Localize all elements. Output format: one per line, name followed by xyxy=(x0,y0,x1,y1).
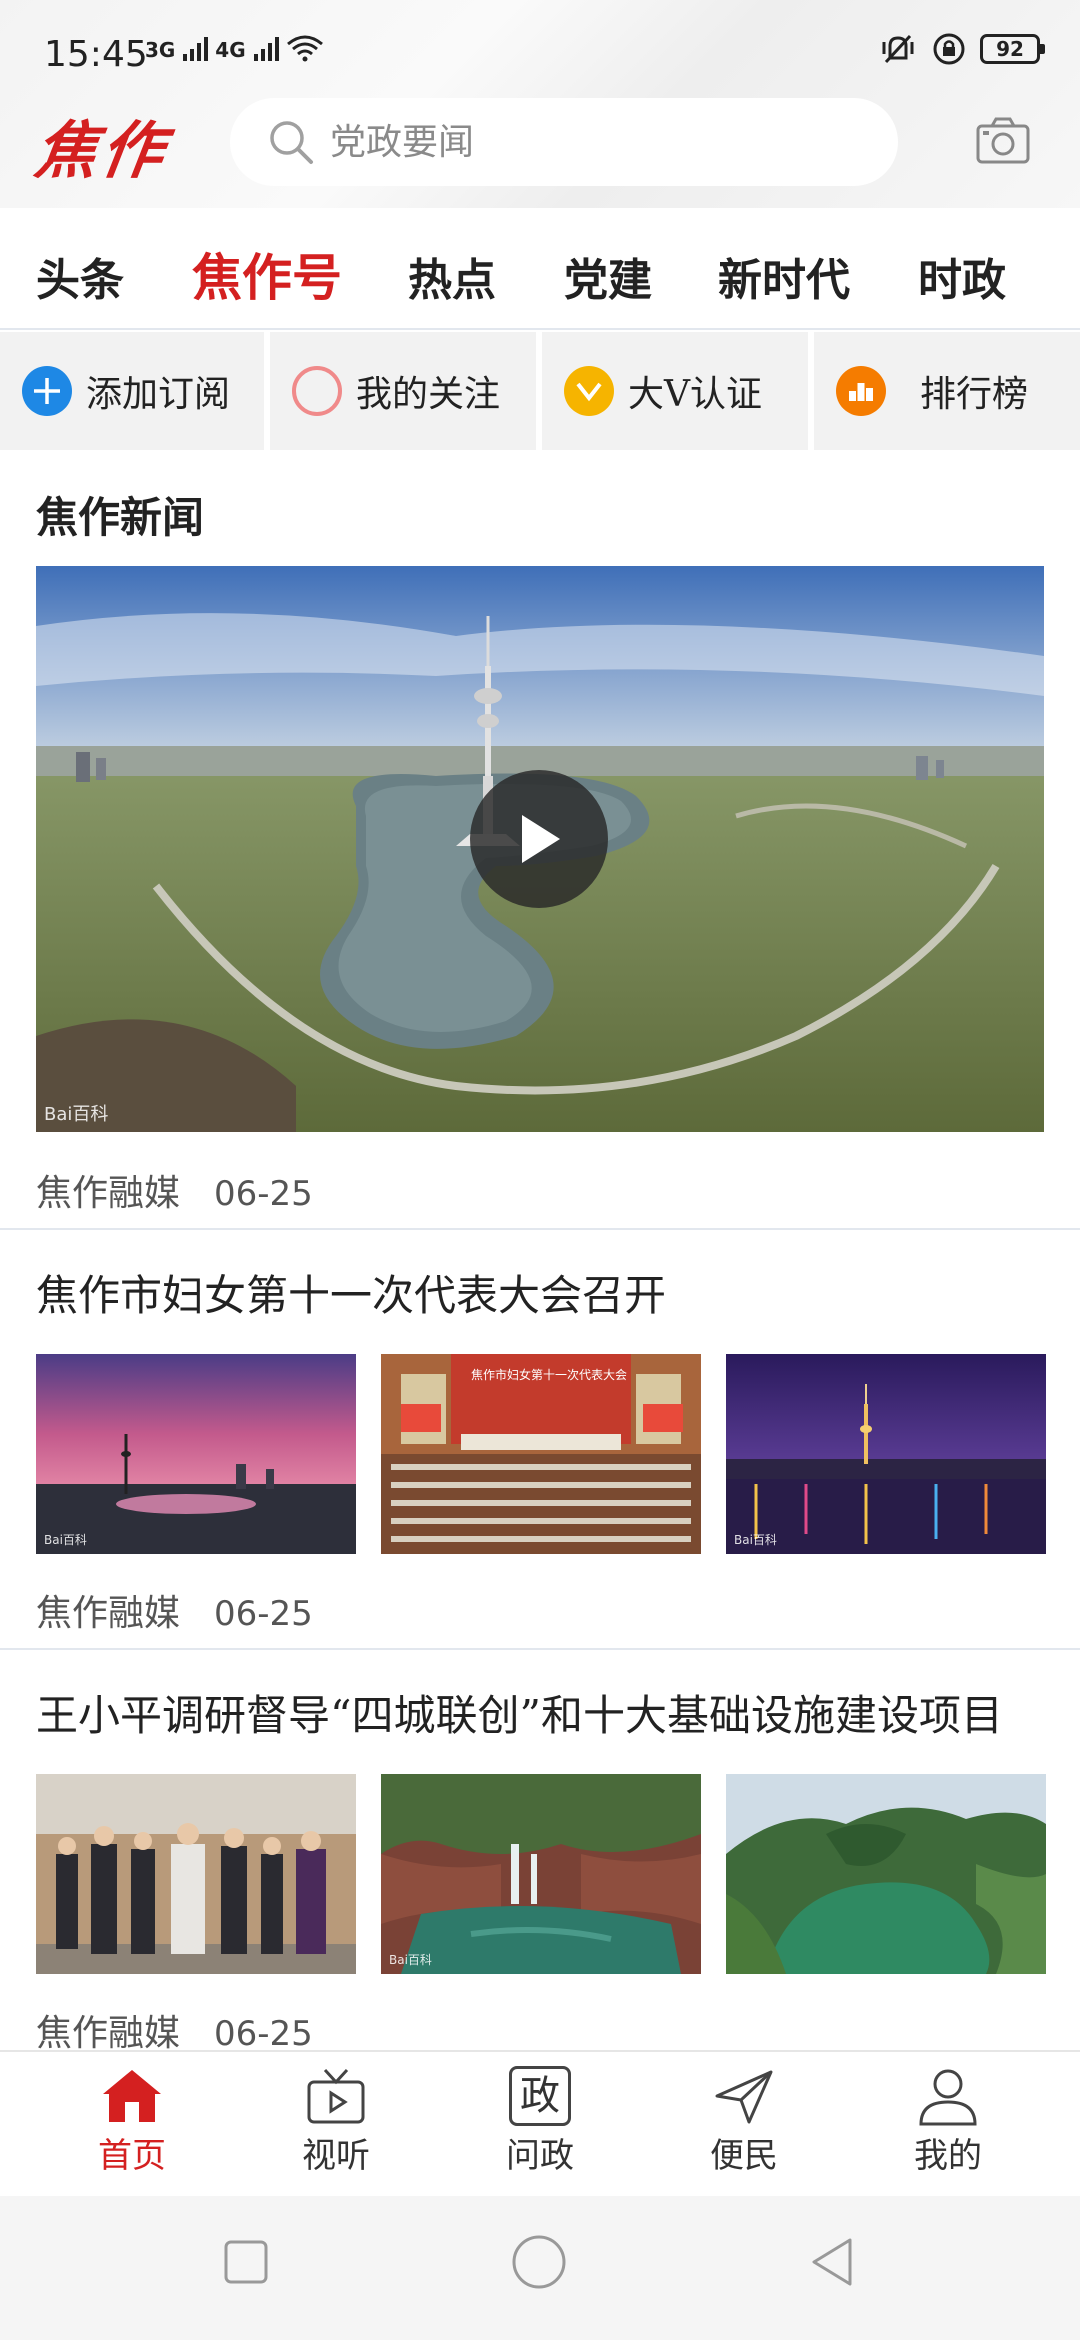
nav-services[interactable]: 便民 xyxy=(674,2066,814,2177)
rotation-lock-icon xyxy=(933,33,965,65)
user-icon xyxy=(919,2069,977,2126)
tab-party-building[interactable]: 党建 xyxy=(564,244,652,308)
ring-icon xyxy=(292,366,342,416)
play-icon xyxy=(522,815,560,863)
news-date: 06-25 xyxy=(214,1174,313,1214)
image-watermark: Bai百科 xyxy=(734,1533,777,1547)
status-time: 15:45 xyxy=(44,34,148,75)
my-follows-button[interactable]: 我的关注 xyxy=(270,332,536,450)
red-cliff-waterfall-image xyxy=(381,1774,701,1974)
officials-visit-image xyxy=(36,1774,356,1974)
add-subscription-button[interactable]: 添加订阅 xyxy=(0,332,264,450)
section-title: 焦作新闻 xyxy=(36,493,205,542)
news-thumbnail[interactable]: Bai百科 xyxy=(36,1354,356,1554)
signal-icon xyxy=(183,37,209,61)
politics-icon: 政 xyxy=(509,2066,571,2126)
news-meta: 焦作融媒 06-25 xyxy=(36,1164,313,1216)
header-area: 15:45 3G 4G 92 焦作 党政要闻 xyxy=(0,0,1080,208)
network-indicators: 3G 4G xyxy=(145,34,324,62)
home-icon xyxy=(103,2070,161,2122)
sunset-tower-image xyxy=(36,1354,356,1554)
big-v-verification-button[interactable]: 大V认证 xyxy=(542,332,808,450)
image-watermark: Bai百科 xyxy=(389,1953,432,1967)
nav-profile-label: 我的 xyxy=(914,2136,982,2176)
send-icon xyxy=(715,2070,773,2124)
news-headline[interactable]: 王小平调研督导“四城联创”和十大基础设施建设项目 xyxy=(36,1682,1003,1743)
divider xyxy=(0,1648,1080,1650)
camera-icon[interactable] xyxy=(975,116,1031,166)
check-badge-icon xyxy=(564,366,614,416)
vibrate-icon xyxy=(882,34,914,64)
news-source: 焦作融媒 xyxy=(36,1593,181,1634)
news-date: 06-25 xyxy=(214,1594,313,1634)
news-thumbnail[interactable] xyxy=(36,1774,356,1974)
news-thumbnail[interactable]: 焦作市妇女第十一次代表大会 xyxy=(381,1354,701,1554)
green-mountain-lake-image xyxy=(726,1774,1046,1974)
news-date: 06-25 xyxy=(214,2014,313,2054)
channel-tabs: 头条 焦作号 热点 党建 新时代 时政 xyxy=(0,208,1080,330)
ranking-label: 排行榜 xyxy=(920,374,1029,415)
ranking-button[interactable]: 排行榜 xyxy=(814,332,1080,450)
search-input[interactable] xyxy=(330,121,890,163)
news-source: 焦作融媒 xyxy=(36,2013,181,2054)
banner-caption: 焦作市妇女第十一次代表大会 xyxy=(471,1368,628,1382)
back-icon[interactable] xyxy=(808,2236,856,2288)
signal-icon xyxy=(253,37,279,61)
divider xyxy=(0,1228,1080,1230)
search-bar[interactable] xyxy=(230,98,898,186)
status-right: 92 xyxy=(878,32,1045,66)
nav-profile[interactable]: 我的 xyxy=(878,2066,1018,2177)
conference-hall-image xyxy=(381,1354,701,1554)
big-v-label: 大V认证 xyxy=(628,374,762,415)
nav-audio-video-label: 视听 xyxy=(302,2136,370,2176)
tv-icon xyxy=(307,2068,365,2124)
image-watermark: Bai百科 xyxy=(44,1104,109,1125)
play-button[interactable] xyxy=(470,770,608,908)
nav-home-label: 首页 xyxy=(98,2136,166,2176)
nav-inquiry[interactable]: 政 问政 xyxy=(470,2066,610,2177)
quick-actions: 添加订阅 我的关注 大V认证 排行榜 xyxy=(0,332,1080,452)
search-icon xyxy=(270,121,313,164)
add-subscription-label: 添加订阅 xyxy=(86,374,231,415)
nav-audio-video[interactable]: 视听 xyxy=(266,2066,406,2177)
bottom-nav: 首页 视听 政 问政 便民 我的 xyxy=(0,2050,1080,2196)
battery-indicator: 92 xyxy=(980,34,1045,64)
nav-inquiry-label: 问政 xyxy=(506,2136,574,2176)
ranking-icon xyxy=(836,366,886,416)
video-thumbnail[interactable]: Bai百科 xyxy=(36,566,1044,1132)
nav-home[interactable]: 首页 xyxy=(62,2066,202,2177)
news-meta: 焦作融媒 06-25 xyxy=(36,1584,313,1636)
news-source: 焦作融媒 xyxy=(36,1173,181,1214)
night-skyline-image xyxy=(726,1354,1046,1554)
network-label-1: 3G xyxy=(145,38,176,62)
home-circle-icon[interactable] xyxy=(510,2233,568,2291)
my-follows-label: 我的关注 xyxy=(356,374,501,415)
news-meta: 焦作融媒 06-25 xyxy=(36,2004,313,2056)
tab-jiaozuo-hao[interactable]: 焦作号 xyxy=(192,238,342,310)
system-nav-bar xyxy=(0,2196,1080,2340)
app-logo[interactable]: 焦作 xyxy=(30,100,175,190)
wifi-icon xyxy=(286,35,323,62)
plus-circle-icon xyxy=(22,366,72,416)
tab-new-era[interactable]: 新时代 xyxy=(718,244,850,308)
news-thumbnail[interactable]: Bai百科 xyxy=(381,1774,701,1974)
news-headline[interactable]: 焦作市妇女第十一次代表大会召开 xyxy=(36,1262,666,1323)
news-thumbnail[interactable] xyxy=(726,1774,1046,1974)
network-label-2: 4G xyxy=(215,38,246,62)
nav-services-label: 便民 xyxy=(710,2136,778,2176)
tab-politics[interactable]: 时政 xyxy=(918,244,1006,308)
recents-icon[interactable] xyxy=(222,2238,270,2286)
status-bar: 15:45 3G 4G 92 xyxy=(0,0,1080,90)
tab-headlines[interactable]: 头条 xyxy=(36,244,124,308)
image-watermark: Bai百科 xyxy=(44,1533,87,1547)
tab-hot[interactable]: 热点 xyxy=(408,244,496,308)
news-thumbnail[interactable]: Bai百科 xyxy=(726,1354,1046,1554)
